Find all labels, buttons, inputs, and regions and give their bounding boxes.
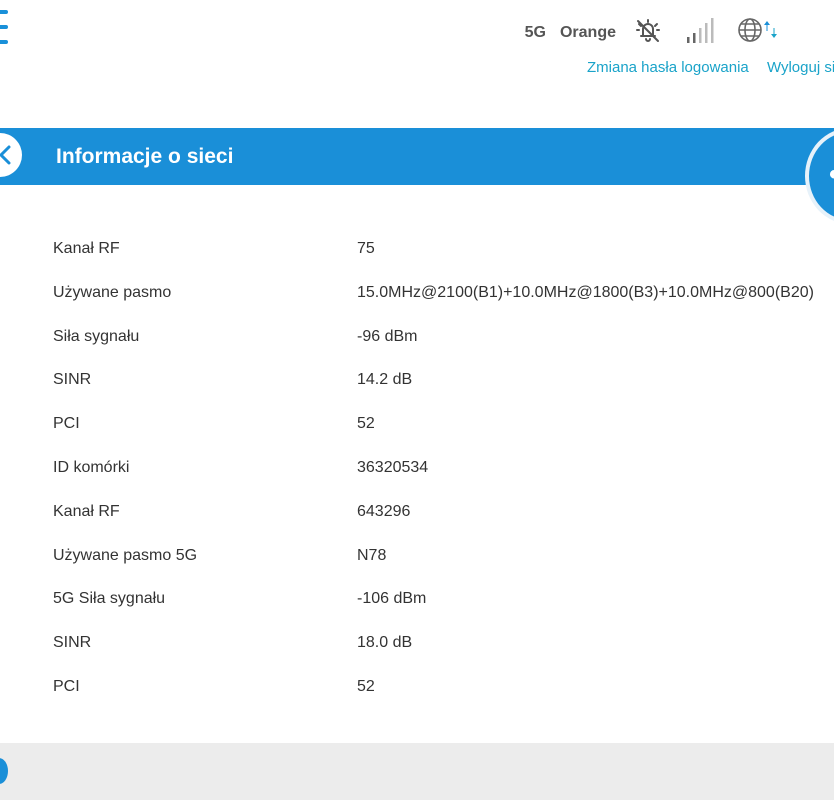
network-info-table: Kanał RF 75 Używane pasmo 15.0MHz@2100(B… xyxy=(53,228,834,710)
info-value: -96 dBm xyxy=(357,327,418,345)
status-bar: 5G Orange xyxy=(524,16,782,51)
info-row: Kanał RF 75 xyxy=(53,228,834,272)
info-label: SINR xyxy=(53,634,92,652)
help-icon: • xyxy=(829,158,834,192)
info-label: ID komórki xyxy=(53,458,130,476)
info-value: 15.0MHz@2100(B1)+10.0MHz@1800(B3)+10.0MH… xyxy=(357,283,814,301)
notification-muted-icon[interactable] xyxy=(634,17,662,50)
section-title: Informacje o sieci xyxy=(56,145,234,168)
info-value: 52 xyxy=(357,677,375,695)
info-row: SINR 14.2 dB xyxy=(53,359,834,403)
info-row: PCI 52 xyxy=(53,666,834,710)
info-label: Siła sygnału xyxy=(53,327,140,345)
info-value: 14.2 dB xyxy=(357,371,413,389)
info-value: 643296 xyxy=(357,502,411,520)
signal-strength-icon xyxy=(684,17,714,50)
info-row: Kanał RF 643296 xyxy=(53,491,834,535)
info-row: ID komórki 36320534 xyxy=(53,447,834,491)
info-value: -106 dBm xyxy=(357,590,427,608)
globe-data-icon[interactable] xyxy=(736,16,782,51)
logout-link[interactable]: Wyloguj się xyxy=(767,59,834,76)
info-label: Używane pasmo 5G xyxy=(53,546,198,564)
info-label: 5G Siła sygnału xyxy=(53,590,166,608)
chevron-left-icon xyxy=(0,145,11,165)
network-type-label: 5G xyxy=(524,24,546,41)
info-label: Używane pasmo xyxy=(53,283,172,301)
info-label: PCI xyxy=(53,415,80,433)
info-value: 36320534 xyxy=(357,458,429,476)
info-value: 18.0 dB xyxy=(357,634,413,652)
info-value: 75 xyxy=(357,240,375,257)
info-row: Używane pasmo 5G N78 xyxy=(53,535,834,579)
info-row: Siła sygnału -96 dBm xyxy=(53,316,834,360)
info-row: SINR 18.0 dB xyxy=(53,622,834,666)
info-value: 52 xyxy=(357,415,375,433)
info-value: N78 xyxy=(357,546,387,564)
info-label: SINR xyxy=(53,371,92,389)
info-label: PCI xyxy=(53,677,80,695)
info-label: Kanał RF xyxy=(53,240,120,257)
info-row: 5G Siła sygnału -106 dBm xyxy=(53,578,834,622)
info-label: Kanał RF xyxy=(53,502,120,520)
footer xyxy=(0,743,834,800)
info-row: Używane pasmo 15.0MHz@2100(B1)+10.0MHz@1… xyxy=(53,272,834,316)
carrier-label: Orange xyxy=(559,24,616,41)
section-header: Informacje o sieci xyxy=(0,128,834,185)
header-links: Zmiana hasła logowania Wyloguj się xyxy=(587,59,834,76)
info-row: PCI 52 xyxy=(53,403,834,447)
change-password-link[interactable]: Zmiana hasła logowania xyxy=(587,59,749,76)
menu-icon[interactable] xyxy=(0,10,8,44)
page: 5G Orange Zmiana hasła logowania Wyloguj… xyxy=(0,0,834,800)
